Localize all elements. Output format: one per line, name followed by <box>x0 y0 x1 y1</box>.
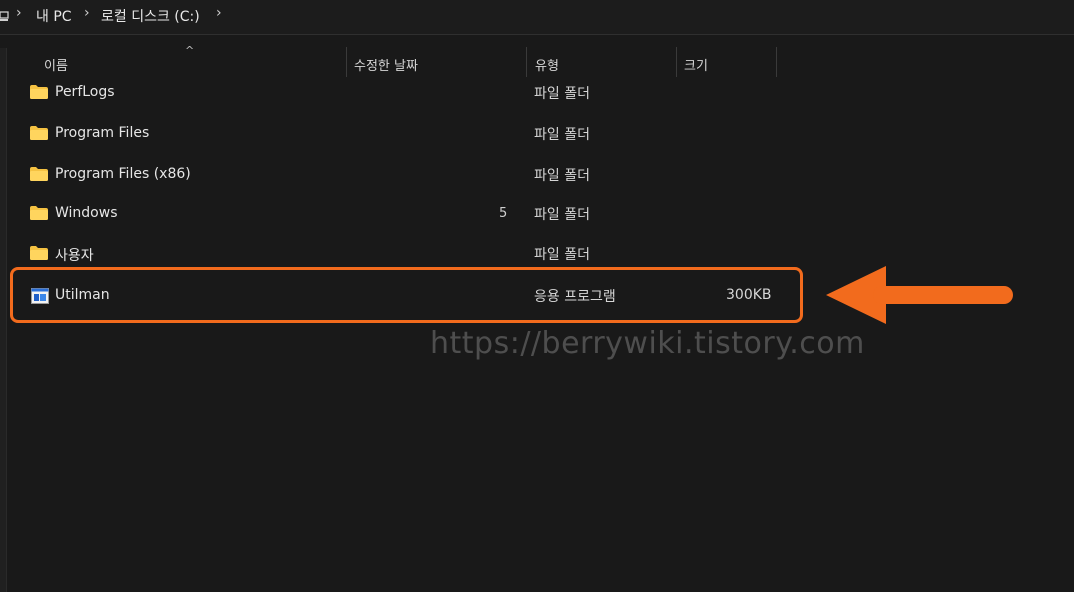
file-name: Windows <box>55 205 118 221</box>
list-item[interactable]: PerfLogs 파일 폴더 <box>20 76 800 112</box>
column-header-type[interactable]: 유형 <box>535 55 559 74</box>
stray-character: 5 <box>499 206 508 221</box>
column-header-modified[interactable]: 수정한 날짜 <box>354 55 418 74</box>
column-divider[interactable] <box>526 47 527 77</box>
breadcrumb-separator[interactable]: › <box>84 5 90 21</box>
folder-icon <box>30 167 48 181</box>
address-bar[interactable]: › 내 PC › 로컬 디스크 (C:) › <box>0 0 1074 35</box>
column-header-size[interactable]: 크기 <box>684 55 708 74</box>
folder-icon <box>30 246 48 260</box>
breadcrumb-item-local-disk[interactable]: 로컬 디스크 (C:) <box>101 6 200 26</box>
file-name: PerfLogs <box>55 84 115 100</box>
column-divider[interactable] <box>676 47 677 77</box>
pc-icon <box>0 11 9 21</box>
sort-ascending-icon: ^ <box>185 44 195 57</box>
column-divider[interactable] <box>776 47 777 77</box>
breadcrumb-separator[interactable]: › <box>216 5 222 21</box>
file-explorer-window: › 내 PC › 로컬 디스크 (C:) › ^ 이름 수정한 날짜 유형 크기… <box>0 0 1074 592</box>
breadcrumb-separator[interactable]: › <box>16 5 22 21</box>
column-divider[interactable] <box>346 47 347 77</box>
file-type: 파일 폴더 <box>534 127 590 143</box>
folder-icon <box>30 85 48 99</box>
file-type: 파일 폴더 <box>534 168 590 184</box>
left-arrow-icon <box>826 266 1013 324</box>
file-type: 파일 폴더 <box>534 207 590 223</box>
list-item[interactable]: Windows 파일 폴더 <box>20 197 800 233</box>
file-name: Program Files <box>55 125 150 141</box>
list-item[interactable]: Program Files (x86) 파일 폴더 <box>20 158 800 194</box>
column-header-name[interactable]: 이름 <box>44 55 68 74</box>
file-name: 사용자 <box>55 248 94 264</box>
navigation-pane-edge <box>0 48 7 592</box>
list-item[interactable]: Program Files 파일 폴더 <box>20 117 800 153</box>
file-name: Program Files (x86) <box>55 166 191 182</box>
folder-icon <box>30 206 48 220</box>
file-type: 파일 폴더 <box>534 247 590 263</box>
file-type: 파일 폴더 <box>534 86 590 102</box>
breadcrumb-item-my-pc[interactable]: 내 PC <box>36 6 72 26</box>
highlight-box <box>10 267 803 323</box>
watermark-text: https://berrywiki.tistory.com <box>430 326 865 361</box>
folder-icon <box>30 126 48 140</box>
